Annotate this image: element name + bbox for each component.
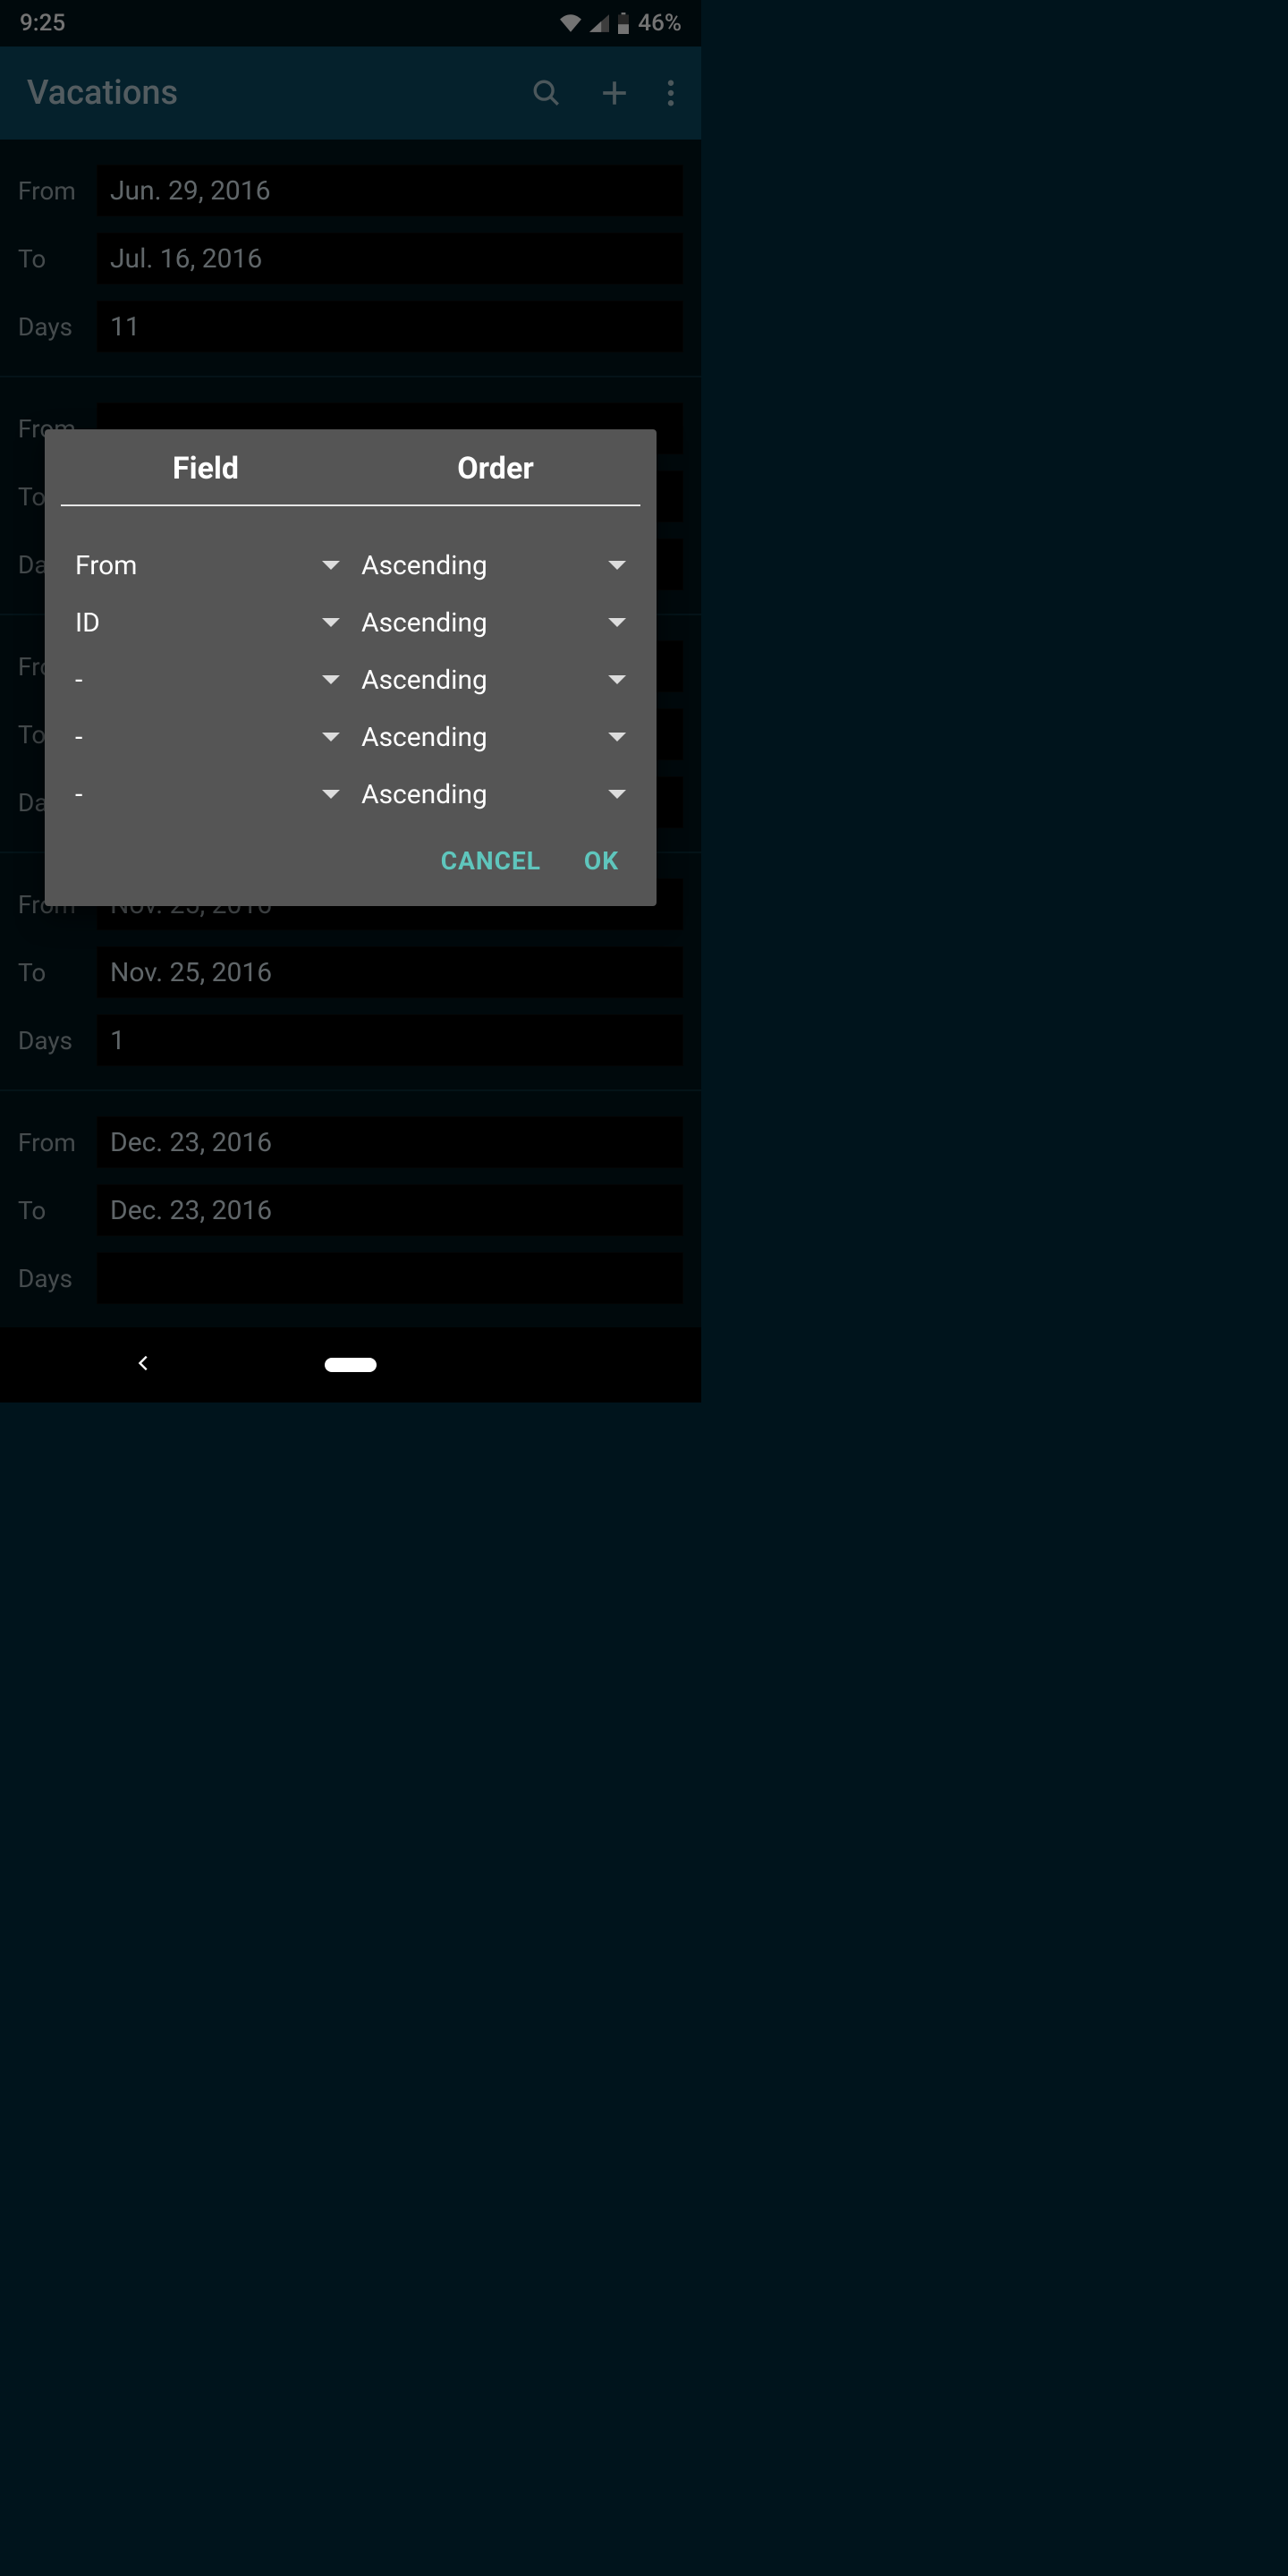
header-field: Field	[61, 451, 351, 487]
chevron-down-icon	[322, 790, 340, 799]
chevron-down-icon	[608, 561, 626, 570]
ok-button[interactable]: OK	[584, 846, 619, 876]
chevron-down-icon	[322, 618, 340, 627]
chevron-down-icon	[322, 675, 340, 684]
chevron-down-icon	[608, 790, 626, 799]
order-dropdown[interactable]: Ascending	[351, 665, 637, 696]
chevron-down-icon	[608, 618, 626, 627]
sort-row: ID Ascending	[64, 594, 637, 651]
sort-dialog: Field Order From Ascending ID Ascending - Asc…	[45, 429, 657, 906]
header-order: Order	[351, 451, 640, 487]
sort-row: - Ascending	[64, 651, 637, 708]
field-dropdown[interactable]: -	[64, 665, 351, 696]
order-dropdown-value: Ascending	[361, 779, 487, 810]
field-dropdown[interactable]: -	[64, 779, 351, 810]
field-dropdown-value: -	[75, 665, 82, 696]
field-dropdown-value: ID	[75, 607, 100, 639]
sort-row: - Ascending	[64, 708, 637, 766]
navigation-bar	[0, 1327, 701, 1402]
order-dropdown-value: Ascending	[361, 550, 487, 581]
order-dropdown-value: Ascending	[361, 665, 487, 696]
home-pill[interactable]	[325, 1358, 377, 1372]
field-dropdown-value: From	[75, 550, 138, 581]
field-dropdown-value: -	[75, 779, 82, 810]
field-dropdown[interactable]: From	[64, 550, 351, 581]
chevron-down-icon	[608, 733, 626, 741]
chevron-down-icon	[322, 733, 340, 741]
sort-rows: From Ascending ID Ascending - Ascending - Ascen…	[61, 537, 640, 823]
cancel-button[interactable]: CANCEL	[441, 846, 541, 876]
order-dropdown-value: Ascending	[361, 722, 487, 753]
field-dropdown[interactable]: -	[64, 722, 351, 753]
sort-row: - Ascending	[64, 766, 637, 823]
order-dropdown[interactable]: Ascending	[351, 550, 637, 581]
chevron-down-icon	[608, 675, 626, 684]
order-dropdown-value: Ascending	[361, 607, 487, 639]
back-icon[interactable]	[134, 1353, 154, 1377]
order-dropdown[interactable]: Ascending	[351, 722, 637, 753]
chevron-down-icon	[322, 561, 340, 570]
sort-row: From Ascending	[64, 537, 637, 594]
order-dropdown[interactable]: Ascending	[351, 607, 637, 639]
order-dropdown[interactable]: Ascending	[351, 779, 637, 810]
field-dropdown-value: -	[75, 722, 82, 753]
dialog-headers: Field Order	[61, 451, 640, 506]
field-dropdown[interactable]: ID	[64, 607, 351, 639]
